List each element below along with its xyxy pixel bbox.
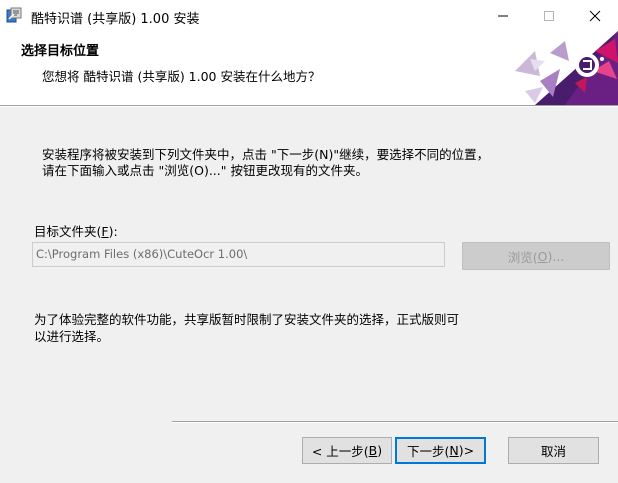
minimize-button[interactable]: [480, 0, 526, 31]
footer-divider-highlight: [172, 422, 618, 423]
maximize-button: [526, 0, 572, 31]
maximize-icon: [544, 10, 554, 21]
cancel-button[interactable]: 取消: [508, 437, 599, 464]
installer-app-icon: [6, 7, 22, 23]
header-divider-highlight: [0, 106, 618, 107]
page-title: 选择目标位置: [21, 44, 100, 59]
wizard-logo: [505, 31, 618, 105]
next-button[interactable]: 下一步(N)>: [395, 437, 486, 464]
close-icon: [589, 10, 601, 21]
browse-button: 浏览(O)...: [462, 242, 610, 270]
intro-line-2: 请在下面输入或点击 "浏览(O)..." 按钮更改现有的文件夹。: [42, 163, 368, 178]
page-subtitle: 您想将 酷特识谱 (共享版) 1.00 安装在什么地方？: [42, 69, 321, 84]
back-button[interactable]: < 上一步(B): [302, 437, 392, 464]
title-bar: 酷特识谱 (共享版) 1.00 安装: [0, 0, 618, 31]
note-line-2: 以进行选择。: [34, 329, 110, 344]
intro-text: 安装程序将被安装到下列文件夹中，点击 "下一步(N)"继续，要选择不同的位置， …: [42, 147, 602, 179]
destination-folder-label: 目标文件夹(F):: [34, 224, 118, 239]
destination-folder-field: C:\Program Files (x86)\CuteOcr 1.00\: [32, 242, 445, 267]
note-line-1: 为了体验完整的软件功能，共享版暂时限制了安装文件夹的选择，正式版则可: [34, 312, 460, 327]
shareware-note: 为了体验完整的软件功能，共享版暂时限制了安装文件夹的选择，正式版则可 以进行选择…: [34, 311, 594, 345]
wizard-header: 选择目标位置 您想将 酷特识谱 (共享版) 1.00 安装在什么地方？: [0, 31, 618, 105]
intro-line-1: 安装程序将被安装到下列文件夹中，点击 "下一步(N)"继续，要选择不同的位置，: [42, 147, 490, 162]
window-title: 酷特识谱 (共享版) 1.00 安装: [31, 12, 200, 27]
minimize-icon: [498, 15, 508, 16]
close-button[interactable]: [572, 0, 618, 31]
